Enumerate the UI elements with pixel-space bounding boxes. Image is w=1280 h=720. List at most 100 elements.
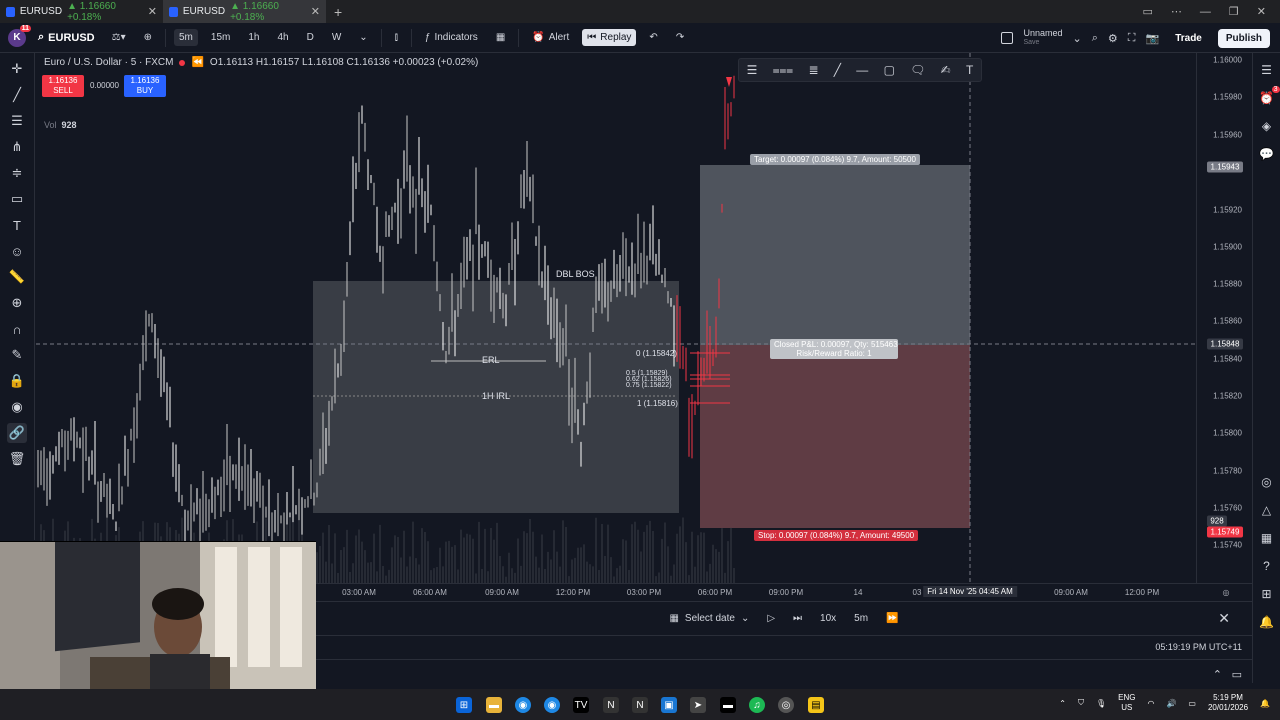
layout-name[interactable]: Unnamed Save (1023, 28, 1062, 47)
timeframe-dropdown-icon[interactable]: ⌄ (354, 29, 372, 46)
ruler-icon[interactable]: 📏 (7, 267, 27, 287)
timeframe-1h[interactable]: 1h (243, 29, 264, 46)
timeframe-4h[interactable]: 4h (272, 29, 293, 46)
spotify-icon[interactable]: ♫ (749, 697, 765, 713)
crosshair-icon[interactable]: ✛ (7, 59, 27, 79)
text-tool-icon[interactable]: T (7, 215, 27, 235)
link-icon[interactable]: 🔗 (7, 423, 27, 443)
file-explorer-icon[interactable]: ▬ (486, 697, 502, 713)
new-tab-button[interactable]: + (326, 4, 350, 20)
bookmark-icon[interactable]: ▭ (1143, 5, 1153, 18)
collapse-panel-icon[interactable]: ⌃ (1213, 668, 1222, 681)
trendline-icon[interactable]: ╱ (7, 85, 27, 105)
layout-dropdown-icon[interactable]: ⌄ (1073, 32, 1082, 45)
play-icon[interactable]: ▷ (767, 613, 775, 624)
avatar[interactable]: K 11 (8, 24, 31, 47)
close-tab-icon[interactable]: ✕ (311, 5, 320, 18)
taskbar-clock[interactable]: 5:19 PM 20/01/2026 (1208, 693, 1248, 713)
trade-button[interactable]: Trade (1169, 29, 1208, 48)
fullscreen-icon[interactable]: ⛶ (1128, 32, 1136, 45)
browser-tab-1[interactable]: EURUSD ▲ 1.16660 +0.18% ✕ (0, 0, 163, 23)
templates-icon[interactable]: ▦ (491, 29, 510, 46)
publish-button[interactable]: Publish (1217, 28, 1270, 48)
close-replay-icon[interactable]: ✕ (1218, 610, 1230, 627)
utc-clock[interactable]: 05:19:19 PM UTC+11 (1155, 642, 1242, 652)
alerts-icon[interactable]: ⏰ 3 (1258, 86, 1280, 107)
sticky-notes-icon[interactable]: ▤ (808, 697, 824, 713)
sell-button[interactable]: 1.16136 SELL (42, 75, 84, 97)
pitchfork-icon[interactable]: ⋔ (7, 137, 27, 157)
close-tab-icon[interactable]: ✕ (148, 5, 157, 18)
rectangle-icon[interactable]: ▢ (884, 63, 895, 77)
lines-icon[interactable]: ☰ (747, 63, 758, 77)
replay-button[interactable]: ⏮ Replay (582, 29, 637, 46)
notion-2-icon[interactable]: N (632, 697, 648, 713)
layout-icon[interactable] (1001, 32, 1014, 44)
trash-icon[interactable]: 🗑 (7, 449, 27, 469)
notification-bell-icon[interactable]: 🔔 (1260, 699, 1270, 708)
interval-selector[interactable]: 5m (854, 613, 868, 624)
zoom-icon[interactable]: ⊕ (7, 293, 27, 313)
browser-tab-2[interactable]: EURUSD ▲ 1.16660 +0.18% ✕ (163, 0, 326, 23)
battery-icon[interactable]: ▭ (1188, 699, 1196, 708)
candle-type-icon[interactable]: ⫾ (390, 29, 403, 46)
language-indicator[interactable]: ENG US (1118, 693, 1135, 713)
compare-icon[interactable]: ⚖▾ (107, 29, 131, 46)
pencil-lock-icon[interactable]: ✎ (7, 345, 27, 365)
chrome-profile-icon[interactable]: ◉ (544, 697, 560, 713)
layers-icon[interactable]: ◈ (1258, 117, 1276, 135)
timeframe-15m[interactable]: 15m (206, 29, 235, 46)
target-zone[interactable] (700, 165, 970, 345)
tradingview-app-icon[interactable]: TV (573, 697, 589, 713)
maximize-icon[interactable]: ❐ (1229, 5, 1239, 18)
timeframe-d[interactable]: D (302, 29, 319, 46)
network-shield-icon[interactable]: ⛉ (1078, 698, 1084, 708)
maximize-panel-icon[interactable]: ▭ (1232, 668, 1242, 681)
buy-button[interactable]: 1.16136 BUY (124, 75, 166, 97)
notion-icon[interactable]: N (603, 697, 619, 713)
camera-icon[interactable]: 📷 (1145, 32, 1159, 45)
apps-grid-icon[interactable]: ⊞ (1258, 585, 1276, 603)
volume-icon[interactable]: 🔊 (1166, 699, 1176, 708)
time-axis[interactable]: 03:00 AM 06:00 AM 09:00 AM 12:00 PM 03:0… (316, 583, 1252, 601)
terminal-icon[interactable]: ▬ (720, 697, 736, 713)
symbol-search[interactable]: ⌕ EURUSD (34, 31, 99, 44)
price-axis[interactable]: 1.16000 1.15980 1.15960 1.15920 1.15900 … (1196, 53, 1252, 583)
pattern-icon[interactable]: ☺ (7, 241, 27, 261)
select-date-button[interactable]: ▦ Select date ⌄ (669, 613, 749, 624)
watchlist-icon[interactable]: ☰ (1258, 61, 1276, 79)
calendar-icon[interactable]: ▦ (1258, 529, 1276, 547)
channel-icon[interactable]: ⩶ (773, 63, 794, 78)
obs-icon[interactable]: ◎ (778, 697, 794, 713)
hline-icon[interactable]: — (856, 63, 868, 77)
add-symbol-icon[interactable]: ⊕ (139, 29, 157, 46)
callout-icon[interactable]: 🗨 (910, 63, 925, 77)
text-icon[interactable]: T (966, 63, 973, 77)
more-icon[interactable]: ⋯ (1171, 5, 1182, 18)
notifications-icon[interactable]: 🔔 (1258, 613, 1276, 631)
help-icon[interactable]: ? (1258, 557, 1276, 575)
timeframe-w[interactable]: W (327, 29, 346, 46)
horizontal-lines-icon[interactable]: ☰ (7, 111, 27, 131)
eye-icon[interactable]: ◉ (7, 397, 27, 417)
step-forward-icon[interactable]: ⏭ (793, 613, 802, 624)
tray-expand-icon[interactable]: ⌃ (1059, 699, 1066, 708)
quick-search-icon[interactable]: ⌕ (1092, 32, 1098, 45)
target-icon[interactable]: ◎ (1258, 473, 1276, 491)
stop-zone[interactable] (700, 345, 970, 528)
ray-icon[interactable]: ╱ (834, 63, 841, 77)
chat-icon[interactable]: 💬 (1258, 145, 1276, 163)
magnet-icon[interactable]: ∩ (7, 319, 27, 339)
mic-icon[interactable]: 🎙 (1096, 699, 1106, 708)
windows-start-icon[interactable]: ⊞ (456, 697, 472, 713)
chart-pane[interactable]: Euro / U.S. Dollar · 5 · FXCM ⏪ O1.16113… (36, 53, 1196, 583)
instrument-name[interactable]: Euro / U.S. Dollar · 5 · FXCM (44, 57, 173, 68)
photos-icon[interactable]: ▣ (661, 697, 677, 713)
timezone-icon[interactable]: ◎ (1223, 588, 1230, 597)
indicators-button[interactable]: ƒ Indicators (420, 29, 483, 46)
wifi-icon[interactable]: ◠ (1147, 699, 1154, 708)
fib-tool-icon[interactable]: ≑ (7, 163, 27, 183)
minimize-icon[interactable]: — (1200, 6, 1211, 18)
telegram-icon[interactable]: ➤ (690, 697, 706, 713)
speed-selector[interactable]: 10x (820, 613, 836, 624)
